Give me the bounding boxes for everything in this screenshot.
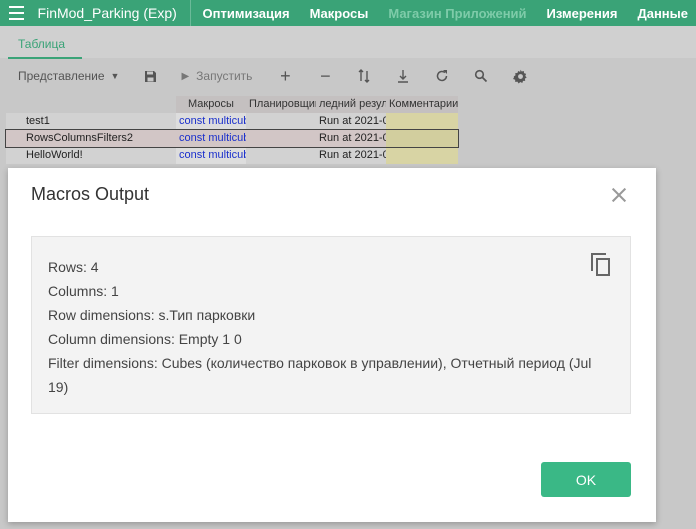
- scheduler-cell[interactable]: [246, 130, 316, 147]
- tab-row: Таблица: [0, 26, 696, 59]
- sort-icon[interactable]: [355, 67, 373, 85]
- run-button[interactable]: ▶ Запустить: [181, 69, 252, 83]
- comment-cell[interactable]: [386, 147, 458, 164]
- nav-app-store[interactable]: Магазин Приложений: [388, 6, 526, 21]
- output-line: Column dimensions: Empty 1 0: [48, 331, 242, 347]
- view-dropdown[interactable]: Представление ▼: [18, 69, 119, 83]
- dialog-title: Macros Output: [31, 184, 150, 204]
- nav-dimensions[interactable]: Измерения: [547, 6, 618, 21]
- column-header[interactable]: Планировщик: [246, 96, 316, 113]
- comment-cell[interactable]: [386, 130, 458, 147]
- output-line: Filter dimensions: Cubes (количество пар…: [48, 355, 592, 395]
- macros-grid: Макросы Планировщик ледний резуль Коммен…: [5, 96, 459, 164]
- save-icon[interactable]: [141, 67, 159, 85]
- grid-corner: [6, 96, 176, 113]
- add-icon[interactable]: +: [276, 66, 294, 86]
- macro-cell[interactable]: const multicub: [176, 113, 246, 130]
- grid-header-row: Макросы Планировщик ледний резуль Коммен…: [6, 96, 458, 113]
- macro-cell[interactable]: const multicub: [176, 147, 246, 164]
- ok-button[interactable]: OK: [541, 462, 631, 497]
- refresh-icon[interactable]: [433, 67, 451, 85]
- run-label: Запустить: [196, 69, 253, 83]
- app-title[interactable]: FinMod_Parking (Exp): [38, 5, 177, 21]
- row-header[interactable]: RowsColumnsFilters2: [6, 130, 176, 147]
- download-icon[interactable]: [394, 67, 412, 85]
- play-icon: ▶: [181, 70, 190, 82]
- top-navbar: FinMod_Parking (Exp) Оптимизация Макросы…: [0, 0, 696, 26]
- column-header[interactable]: ледний резуль: [316, 96, 386, 113]
- copy-icon[interactable]: [591, 253, 613, 277]
- active-tab-indicator: [8, 57, 82, 59]
- macro-cell[interactable]: const multicub: [176, 130, 246, 147]
- output-text: Rows: 4 Columns: 1 Row dimensions: s.Тип…: [48, 255, 608, 399]
- gear-icon[interactable]: [511, 67, 529, 85]
- last-result-cell[interactable]: Run at 2021-0: [316, 147, 386, 164]
- output-box: Rows: 4 Columns: 1 Row dimensions: s.Тип…: [31, 236, 631, 414]
- tab-table[interactable]: Таблица: [18, 37, 65, 51]
- nav-optimization[interactable]: Оптимизация: [203, 6, 290, 21]
- comment-cell[interactable]: [386, 113, 458, 130]
- last-result-cell[interactable]: Run at 2021-0: [316, 130, 386, 147]
- nav-macros[interactable]: Макросы: [310, 6, 369, 21]
- close-icon[interactable]: [608, 184, 630, 206]
- output-line: Rows: 4: [48, 259, 99, 275]
- last-result-cell[interactable]: Run at 2021-0: [316, 113, 386, 130]
- column-header[interactable]: Комментарии: [386, 96, 458, 113]
- table-row[interactable]: test1 const multicub Run at 2021-0: [6, 113, 458, 130]
- caret-down-icon: ▼: [110, 71, 120, 81]
- row-header[interactable]: HelloWorld!: [6, 147, 176, 164]
- hamburger-menu-icon[interactable]: [9, 6, 24, 20]
- nav-divider: [189, 0, 191, 26]
- table-row[interactable]: RowsColumnsFilters2 const multicub Run a…: [5, 129, 459, 148]
- row-header[interactable]: test1: [6, 113, 176, 130]
- nav-data[interactable]: Данные: [637, 6, 688, 21]
- table-row[interactable]: HelloWorld! const multicub Run at 2021-0: [6, 147, 458, 164]
- output-line: Row dimensions: s.Тип парковки: [48, 307, 256, 323]
- scheduler-cell[interactable]: [246, 113, 316, 130]
- column-header[interactable]: Макросы: [176, 96, 246, 113]
- toolbar: Представление ▼ ▶ Запустить + −: [0, 60, 696, 92]
- scheduler-cell[interactable]: [246, 147, 316, 164]
- macros-output-dialog: Macros Output Rows: 4 Columns: 1 Row dim…: [8, 168, 656, 522]
- output-line: Columns: 1: [48, 283, 119, 299]
- remove-icon[interactable]: −: [316, 66, 334, 86]
- view-dropdown-label: Представление: [18, 69, 105, 83]
- search-icon[interactable]: [472, 67, 490, 85]
